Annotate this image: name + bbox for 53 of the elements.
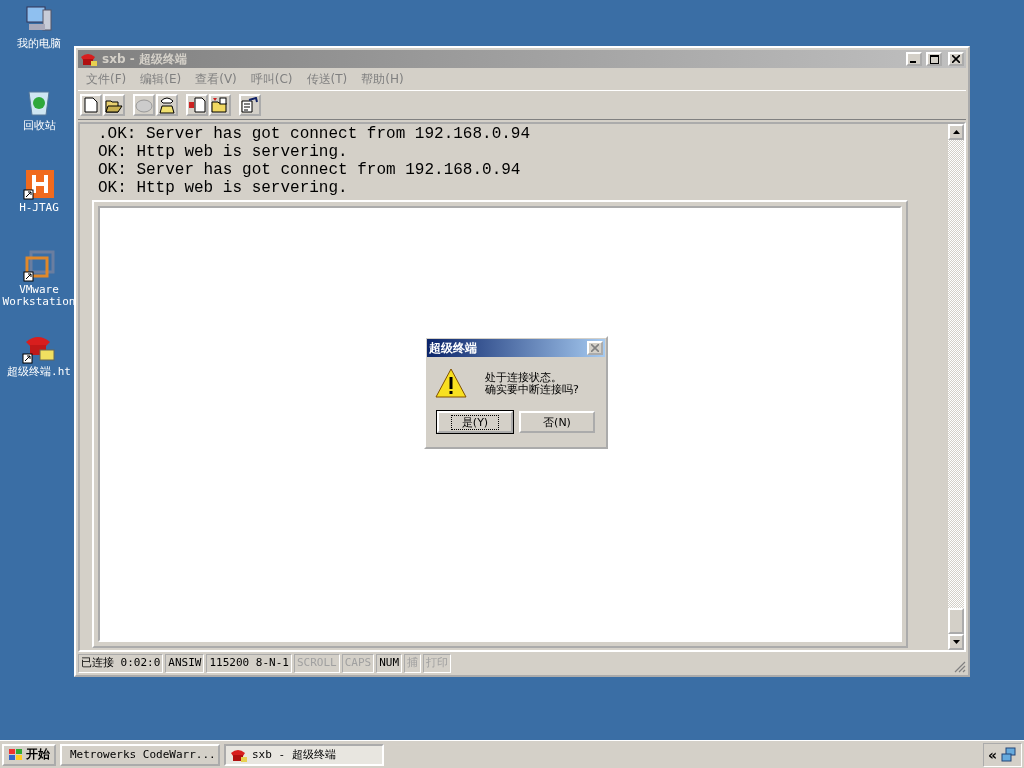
menu-item[interactable]: 查看(V)	[195, 70, 237, 88]
dialog-button[interactable]: 是(Y)	[437, 411, 513, 433]
toolbar-button[interactable]	[103, 94, 125, 116]
maximize-icon	[929, 54, 939, 64]
desktop-icon-label[interactable]: 超级终端.ht	[7, 366, 71, 378]
status-cell: 115200 8-N-1	[206, 654, 292, 673]
terminal-line: .OK: Server has got connect from 192.168.0.94	[98, 125, 532, 143]
status-cell: ANSIW	[165, 654, 205, 673]
vmware-icon	[23, 250, 55, 282]
menu-item[interactable]: 编辑(E)	[140, 70, 182, 88]
receive-file-icon	[211, 97, 229, 113]
start-button[interactable]: 开始	[2, 743, 56, 766]
windows-logo-icon	[8, 747, 24, 762]
toolbar-button[interactable]	[239, 94, 261, 116]
dialog-message: 确实要中断连接吗?	[485, 384, 579, 396]
properties-icon	[241, 97, 259, 113]
resize-grip-icon[interactable]	[954, 661, 966, 673]
close-icon	[952, 55, 960, 63]
dialog-title: 超级终端	[429, 339, 477, 357]
toolbar-button[interactable]	[209, 94, 231, 116]
network-icon	[1001, 746, 1017, 763]
dialog-button[interactable]: 否(N)	[519, 411, 595, 433]
taskbar-button[interactable]: Metrowerks CodeWarr...	[60, 743, 220, 766]
scrollbar[interactable]	[948, 124, 964, 650]
scroll-down-button[interactable]	[948, 634, 964, 650]
terminal-line: OK: Http web is servering.	[98, 179, 349, 197]
tray-toggle-button[interactable]: «	[987, 746, 997, 763]
desktop-icon-label[interactable]: H-JTAG	[19, 202, 59, 214]
menu-item[interactable]: 文件(F)	[86, 70, 127, 88]
h-logo-icon	[23, 168, 55, 200]
desktop-icon-label[interactable]: 我的电脑	[17, 38, 61, 50]
scroll-thumb[interactable]	[948, 608, 964, 634]
folder-icon	[105, 97, 123, 113]
warning-icon	[435, 367, 467, 399]
desktop-icon-label[interactable]: 回收站	[22, 120, 56, 132]
taskbar-button[interactable]: sxb - 超级终端	[224, 743, 384, 766]
close-icon	[591, 344, 599, 352]
dialog-message: 处于连接状态。	[485, 372, 562, 384]
menu-item[interactable]: 帮助(H)	[361, 70, 404, 88]
scroll-up-button[interactable]	[948, 124, 964, 140]
status-cell: NUM	[376, 654, 403, 673]
window-title: sxb - 超级终端	[102, 50, 187, 68]
menu-item[interactable]: 传送(T)	[306, 70, 348, 88]
menu-item[interactable]: 呼叫(C)	[250, 70, 293, 88]
status-cell: 已连接 0:02:0	[78, 654, 164, 673]
terminal-line: OK: Server has got connect from 192.168.0.94	[98, 161, 522, 179]
send-file-icon	[188, 97, 206, 113]
document-icon	[84, 97, 98, 113]
toolbar-button[interactable]	[156, 94, 178, 116]
up-arrow-icon	[952, 130, 960, 134]
desktop-icon-label[interactable]: VMware Workstation	[0, 284, 78, 308]
down-arrow-icon	[952, 640, 960, 644]
terminal-line: OK: Http web is servering.	[98, 143, 349, 161]
